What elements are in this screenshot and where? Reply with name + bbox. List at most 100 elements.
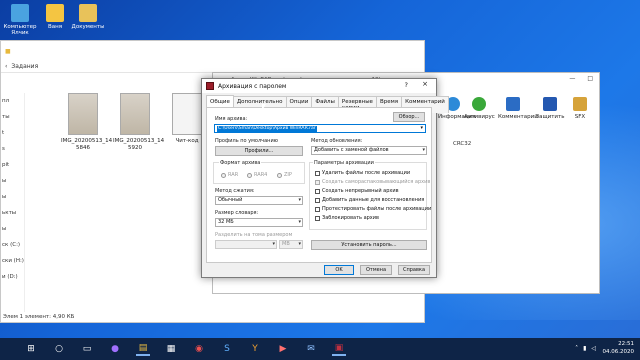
file-item[interactable]: IMG_20200513_14 5846 xyxy=(61,93,112,152)
sfx-icon xyxy=(573,97,587,111)
sfx-checkbox[interactable]: Создать самораспаковывающийся архив xyxy=(315,179,430,185)
clock[interactable]: 22:51 04.06.2020 xyxy=(603,340,635,356)
media-icon[interactable]: ▶ xyxy=(276,342,290,356)
nav-item[interactable]: ькты xyxy=(1,205,24,221)
format-rar-radio[interactable]: RAR xyxy=(221,172,238,178)
split-unit-select[interactable]: MB ▾ xyxy=(279,240,303,249)
archive-name-input[interactable]: C:\Users\Sman\Desktop\Архив WinRAR.rar ▾ xyxy=(214,124,426,133)
nav-item[interactable]: s xyxy=(1,141,24,157)
chevron-down-icon: ▾ xyxy=(298,219,301,225)
lock-archive-checkbox[interactable]: Заблокировать архив xyxy=(315,215,379,221)
checkbox-box xyxy=(315,170,320,176)
format-zip-radio[interactable]: ZIP xyxy=(277,172,292,178)
toolbar-comment-button[interactable]: Комментарий xyxy=(498,97,538,120)
chevron-up-icon[interactable]: ˄ xyxy=(575,345,578,352)
app-icon[interactable]: ▦ xyxy=(164,342,178,356)
toolbar-antivirus-button[interactable]: Антивирус xyxy=(464,97,495,120)
compression-value: Обычный xyxy=(218,197,243,203)
nav-item[interactable]: ты xyxy=(1,109,24,125)
folder-icon xyxy=(79,4,97,22)
tool-label: Комментарий xyxy=(498,114,538,120)
recovery-record-checkbox[interactable]: Добавить данные для восстановления xyxy=(315,197,424,203)
profiles-button[interactable]: Профили... xyxy=(215,146,303,156)
desktop-icon-documents[interactable]: Документы xyxy=(68,4,108,30)
search-icon[interactable]: ○ xyxy=(52,342,66,356)
document-icon xyxy=(172,93,202,135)
start-button[interactable]: ⊞ xyxy=(24,342,38,356)
nav-item[interactable]: ы xyxy=(1,221,24,237)
nav-item[interactable]: ск (C:) xyxy=(1,237,24,253)
radio-circle xyxy=(277,172,282,178)
compression-select[interactable]: Обычный ▾ xyxy=(215,196,303,205)
nav-item[interactable]: t xyxy=(1,125,24,141)
checkbox-box xyxy=(315,179,320,185)
radio-circle xyxy=(221,172,226,178)
tool-label: Антивирус xyxy=(464,114,495,120)
network-icon[interactable]: ▮ xyxy=(583,345,586,352)
solid-archive-checkbox[interactable]: Создать непрерывный архив xyxy=(315,188,399,194)
file-explorer-icon[interactable]: ▤ xyxy=(136,342,150,356)
checkbox-box xyxy=(315,206,320,212)
update-method-label: Метод обновления: xyxy=(311,138,363,144)
tool-label: SFX xyxy=(574,114,586,120)
winrar-icon xyxy=(206,82,214,90)
nav-item[interactable]: ы xyxy=(1,173,24,189)
help-icon[interactable]: ? xyxy=(405,81,408,89)
dialog-titlebar: Архивация с паролем xyxy=(202,79,436,93)
radio-label: RAR4 xyxy=(254,172,268,178)
checkbox-label: Удалить файлы после архивации xyxy=(322,170,411,176)
maximize-icon[interactable]: □ xyxy=(587,75,593,82)
task-view-icon[interactable]: ▭ xyxy=(80,342,94,356)
desktop-icon-computer[interactable]: Компьютер Ялчик xyxy=(0,4,40,36)
dictionary-label: Размер словаря: xyxy=(215,210,259,216)
explorer-titlebar: ■ xyxy=(1,41,424,61)
split-size-select[interactable]: ▾ xyxy=(215,240,277,249)
toolbar-protect-button[interactable]: Защитить xyxy=(535,97,565,120)
format-rar4-radio[interactable]: RAR4 xyxy=(247,172,267,178)
chevron-left-icon[interactable]: ‹ xyxy=(5,63,7,70)
help-button[interactable]: Справка xyxy=(398,265,430,275)
nav-item[interactable]: pit xyxy=(1,157,24,173)
dialog-title: Архивация с паролем xyxy=(218,82,287,90)
nav-item[interactable]: и (D:) xyxy=(1,269,24,285)
delete-after-checkbox[interactable]: Удалить файлы после архивации xyxy=(315,170,410,176)
clock-date: 04.06.2020 xyxy=(602,349,635,355)
nav-item[interactable]: ски (H:) xyxy=(1,253,24,269)
volume-icon[interactable]: ◁ xyxy=(591,345,596,352)
file-item[interactable]: IMG_20200513_14 5920 xyxy=(113,93,164,152)
toolbar-sfx-button[interactable]: SFX xyxy=(565,97,595,120)
skype-icon[interactable]: S xyxy=(220,342,234,356)
compression-label: Метод сжатия: xyxy=(215,188,255,194)
chevron-down-icon: ▾ xyxy=(272,241,275,247)
dictionary-select[interactable]: 32 МБ ▾ xyxy=(215,218,303,227)
desktop-icon-label: Документы xyxy=(71,24,105,30)
nav-item[interactable]: ы xyxy=(1,189,24,205)
checkbox-label: Создать непрерывный архив xyxy=(322,188,399,194)
test-files-checkbox[interactable]: Протестировать файлы после архивации xyxy=(315,206,431,212)
update-method-select[interactable]: Добавить с заменой файлов ▾ xyxy=(311,146,427,155)
desktop-icon-label: Компьютер Ялчик xyxy=(3,24,37,36)
chevron-down-icon: ▾ xyxy=(420,125,423,131)
winrar-taskbar-icon[interactable]: ▣ xyxy=(332,342,346,356)
browser-icon[interactable]: ◉ xyxy=(192,342,206,356)
chevron-down-icon: ▾ xyxy=(298,241,301,247)
ok-button[interactable]: OK xyxy=(324,265,354,275)
checkbox-label: Протестировать файлы после архивации xyxy=(322,206,432,212)
assistant-icon[interactable]: ● xyxy=(108,342,122,356)
minimize-icon[interactable]: — xyxy=(569,75,575,82)
image-thumbnail xyxy=(120,93,150,135)
cancel-button[interactable]: Отмена xyxy=(360,265,392,275)
clock-time: 22:51 xyxy=(618,341,634,347)
set-password-button[interactable]: Установить пароль... xyxy=(311,240,427,250)
yandex-icon[interactable]: Y xyxy=(248,342,262,356)
nav-item[interactable]: пл xyxy=(1,93,24,109)
explorer-status-bar: Элем 1 элемент: 4,90 КБ xyxy=(3,314,75,320)
chevron-down-icon: ▾ xyxy=(422,147,425,153)
update-method-value: Добавить с заменой файлов xyxy=(314,147,389,153)
antivirus-icon xyxy=(472,97,486,111)
close-icon[interactable]: × xyxy=(422,80,428,88)
archive-name-label: Имя архива: xyxy=(215,116,248,122)
column-header-crc[interactable]: CRC32 xyxy=(453,141,471,147)
settings-icon[interactable]: ✉ xyxy=(304,342,318,356)
browse-button[interactable]: Обзор... xyxy=(393,112,425,122)
